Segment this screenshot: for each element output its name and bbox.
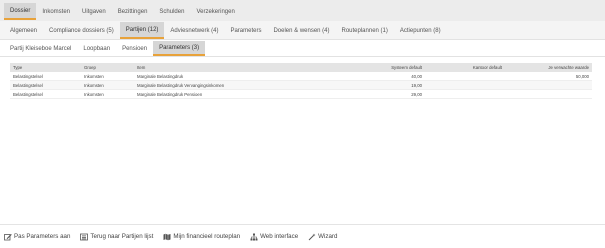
column-header-system-default[interactable]: Systeem default (314, 65, 425, 70)
web-interface-label: Web interface (260, 233, 299, 240)
financial-routeplan-label: Mijn financieel routeplan (173, 233, 241, 240)
tab-dossier[interactable]: Dossier (4, 3, 37, 20)
cell-group: Inkomsten (84, 73, 104, 79)
tab-inkomsten[interactable]: Inkomsten (36, 3, 76, 20)
cell-group: Inkomsten (84, 82, 104, 88)
tab-adviesnetwerk[interactable]: Adviesnetwerk (4) (164, 22, 224, 39)
column-header-item[interactable]: Item (134, 65, 314, 70)
tab-routeplannen[interactable]: Routeplannen (1) (336, 22, 394, 39)
table-row[interactable]: Belastingstelsel Inkomsten Marginale Bel… (10, 72, 592, 81)
cell-item: Marginale Belastingdruk Vervangingsinkom… (137, 82, 225, 88)
wizard-button[interactable]: Wizard (308, 233, 337, 241)
cell-system-default: 29,00 (411, 91, 422, 97)
table-row[interactable]: Belastingstelsel Inkomsten Marginale Bel… (10, 90, 592, 99)
tab-pensioen[interactable]: Pensioen (116, 41, 153, 56)
column-header-office-default[interactable]: Kantoor default (425, 65, 505, 70)
edit-parameters-button[interactable]: Pas Parameters aan (4, 233, 70, 241)
tab-schulden[interactable]: Schulden (153, 3, 190, 20)
column-header-expected-value[interactable]: Je verwachte waarde (505, 65, 592, 70)
cell-system-default: 40,00 (411, 73, 422, 79)
cell-type: Belastingstelsel (13, 91, 43, 97)
cell-system-default: 19,00 (411, 82, 422, 88)
table-row[interactable]: Belastingstelsel Inkomsten Marginale Bel… (10, 81, 592, 90)
column-header-group[interactable]: Groep (81, 65, 134, 70)
tab-algemeen[interactable]: Algemeen (4, 22, 43, 39)
tab-uitgaven[interactable]: Uitgaven (76, 3, 112, 20)
tab-party-parameters[interactable]: Parameters (3) (153, 41, 206, 56)
parameters-table: Type Groep Item Systeem default Kantoor … (10, 63, 592, 99)
magic-wand-icon (308, 233, 316, 241)
list-icon (80, 233, 89, 241)
back-to-parties-button[interactable]: Terug naar Partijen lijst (80, 233, 153, 241)
sub-tab-bar: Algemeen Compliance dossiers (5) Partije… (0, 21, 605, 40)
sitemap-icon (250, 233, 258, 241)
tab-partijen[interactable]: Partijen (12) (119, 22, 165, 39)
cell-type: Belastingstelsel (13, 73, 43, 79)
tab-parameters[interactable]: Parameters (224, 22, 267, 39)
footer-action-bar: Pas Parameters aan Terug naar Partijen l… (0, 224, 605, 248)
main-tab-bar: Dossier Inkomsten Uitgaven Bezittingen S… (0, 0, 605, 21)
financial-routeplan-button[interactable]: Mijn financieel routeplan (163, 233, 240, 241)
party-tab-bar: Partij Kleiseboe Marcel Loopbaan Pensioe… (0, 40, 605, 57)
cell-expected-value: 50,000 (575, 73, 589, 79)
edit-parameters-label: Pas Parameters aan (14, 233, 71, 240)
table-header: Type Groep Item Systeem default Kantoor … (10, 63, 592, 72)
wizard-label: Wizard (318, 233, 338, 240)
tab-actiepunten[interactable]: Actiepunten (8) (394, 22, 447, 39)
back-to-parties-label: Terug naar Partijen lijst (90, 233, 154, 240)
edit-icon (4, 233, 12, 241)
tab-verzekeringen[interactable]: Verzekeringen (190, 3, 240, 20)
cell-group: Inkomsten (84, 91, 104, 97)
cell-type: Belastingstelsel (13, 82, 43, 88)
cell-item: Marginale Belastingdruk (137, 73, 184, 79)
tab-loopbaan[interactable]: Loopbaan (77, 41, 116, 56)
column-header-type[interactable]: Type (10, 65, 81, 70)
tab-partij[interactable]: Partij Kleiseboe Marcel (4, 41, 77, 56)
cell-item: Marginale Belastingdruk Pensioen (137, 91, 203, 97)
web-interface-button[interactable]: Web interface (250, 233, 298, 241)
tab-bezittingen[interactable]: Bezittingen (112, 3, 154, 20)
tab-doelen-wensen[interactable]: Doelen & wensen (4) (267, 22, 335, 39)
tab-compliance-dossiers[interactable]: Compliance dossiers (5) (43, 22, 120, 39)
map-icon (163, 233, 171, 241)
